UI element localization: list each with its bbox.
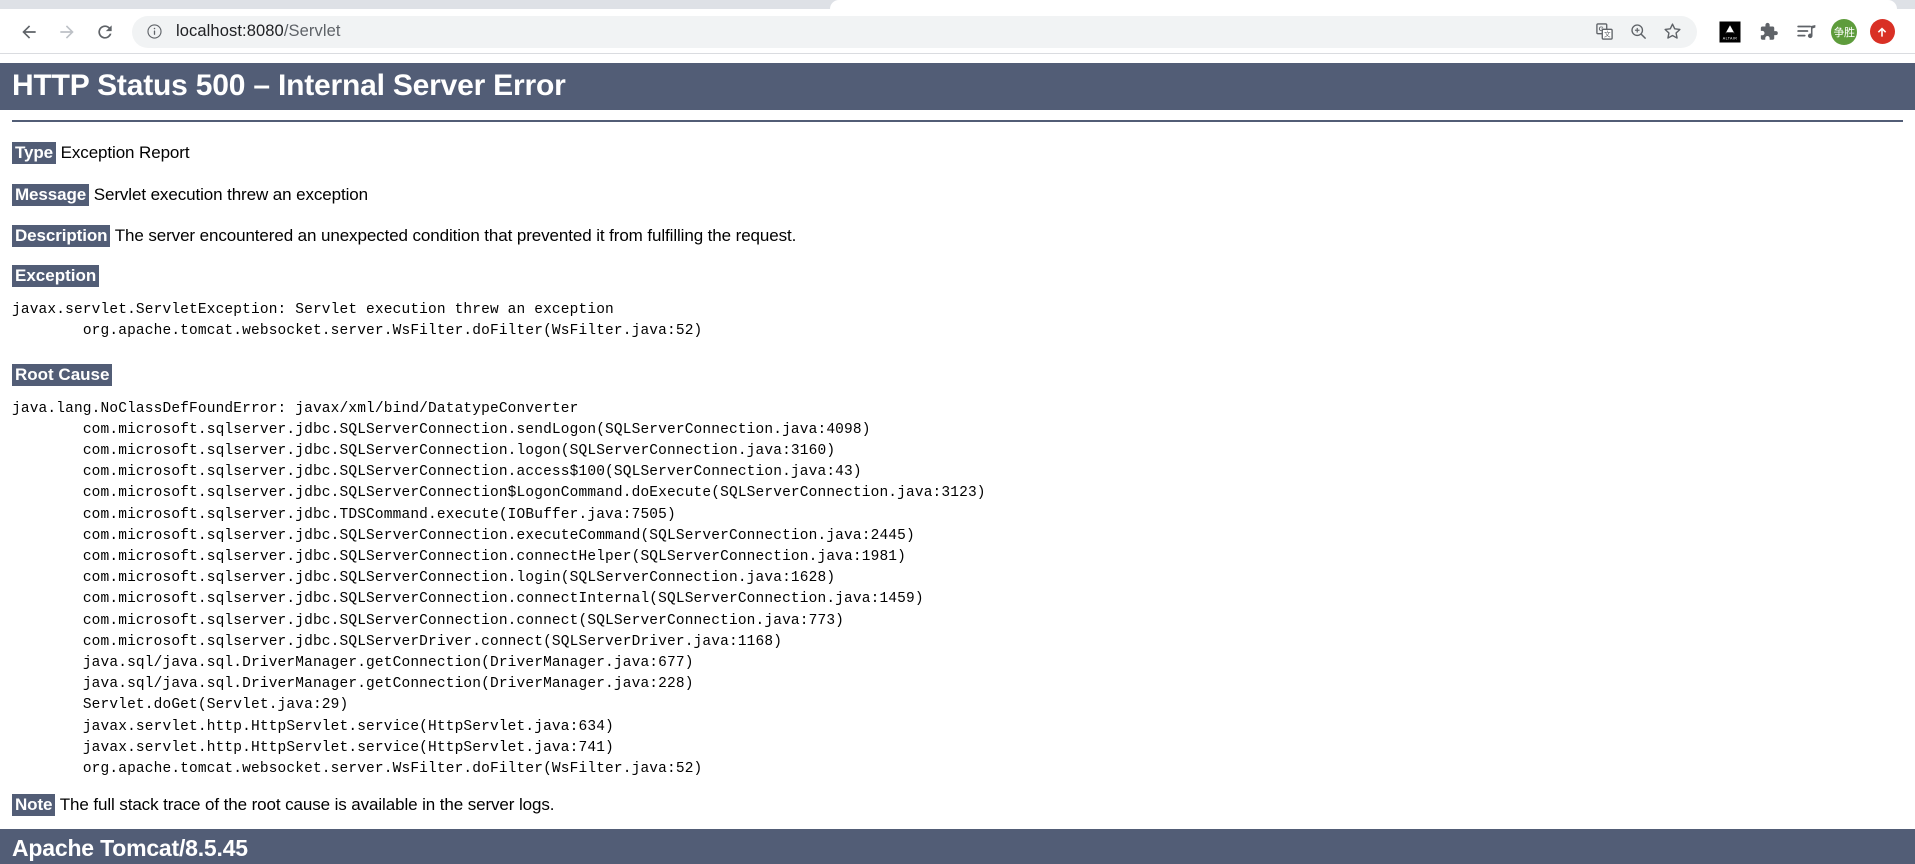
- url-path: /Servlet: [283, 22, 341, 40]
- description-row: Description The server encountered an un…: [12, 215, 1903, 256]
- url-text: localhost:8080/Servlet: [176, 22, 341, 41]
- media-playlist-icon[interactable]: [1787, 13, 1825, 51]
- note-row: Note The full stack trace of the root ca…: [12, 780, 1903, 825]
- profile-avatar[interactable]: 争胜: [1825, 13, 1863, 51]
- update-badge: [1869, 19, 1895, 44]
- playlist-music-icon: [1797, 24, 1816, 38]
- browser-chrome: localhost:8080/Servlet G 文 ALTAIR 争胜: [0, 0, 1915, 54]
- server-version-footer: Apache Tomcat/8.5.45: [0, 829, 1915, 864]
- omnibox-actions: G 文: [1587, 16, 1689, 48]
- active-tab[interactable]: [830, 0, 1897, 9]
- type-value: Exception Report: [60, 143, 190, 163]
- reload-icon: [98, 24, 112, 39]
- extension-icons: ALTAIR 争胜: [1711, 13, 1901, 51]
- description-label: Description: [12, 224, 111, 247]
- zoom-icon[interactable]: [1621, 16, 1655, 48]
- avatar-initials: 争胜: [1831, 18, 1857, 45]
- message-label: Message: [12, 183, 90, 206]
- tab-strip: [0, 0, 1915, 9]
- svg-text:文: 文: [1604, 30, 1611, 39]
- star-outline-icon: [1663, 23, 1681, 39]
- svg-text:ALTAIR: ALTAIR: [1723, 36, 1737, 40]
- exception-section-header: Exception: [12, 256, 1903, 288]
- root-cause-label: Root Cause: [12, 363, 113, 386]
- translate-icon[interactable]: G 文: [1587, 16, 1621, 48]
- arrow-up-icon: [1877, 26, 1887, 37]
- url-host: localhost:8080: [176, 22, 284, 40]
- site-info-icon[interactable]: [146, 23, 163, 40]
- exception-stack-trace: javax.servlet.ServletException: Servlet …: [12, 302, 703, 340]
- note-label: Note: [12, 794, 56, 817]
- forward-button[interactable]: [48, 13, 86, 51]
- translate-glyph-icon: G 文: [1595, 23, 1613, 40]
- puzzle-extensions-icon[interactable]: [1749, 13, 1787, 51]
- tomcat-error-page: HTTP Status 500 – Internal Server Error …: [0, 54, 1915, 864]
- update-button[interactable]: [1863, 13, 1901, 51]
- forward-arrow-icon: [60, 24, 74, 39]
- exception-label: Exception: [12, 265, 100, 288]
- page-title: HTTP Status 500 – Internal Server Error: [0, 63, 1915, 111]
- type-label: Type: [12, 142, 57, 165]
- magnifier-plus-icon: [1630, 24, 1646, 39]
- info-circle-icon: [147, 24, 162, 39]
- message-row: Message Servlet execution threw an excep…: [12, 174, 1903, 215]
- type-row: Type Exception Report: [12, 132, 1903, 173]
- address-bar[interactable]: localhost:8080/Servlet G 文: [132, 15, 1697, 48]
- divider-top: [12, 120, 1903, 123]
- bookmark-star-icon[interactable]: [1655, 16, 1689, 48]
- browser-toolbar: localhost:8080/Servlet G 文 ALTAIR 争胜: [0, 9, 1915, 54]
- root-cause-stack-trace: java.lang.NoClassDefFoundError: javax/xm…: [12, 400, 986, 777]
- altair-glyph-icon: ALTAIR: [1719, 21, 1741, 42]
- reload-button[interactable]: [86, 13, 124, 51]
- root-cause-section-header: Root Cause: [12, 343, 1903, 386]
- puzzle-piece-icon: [1760, 22, 1778, 40]
- note-value: The full stack trace of the root cause i…: [59, 795, 555, 815]
- message-value: Servlet execution threw an exception: [93, 184, 368, 204]
- description-value: The server encountered an unexpected con…: [114, 225, 797, 245]
- back-arrow-icon: [22, 24, 36, 39]
- altair-extension-icon[interactable]: ALTAIR: [1711, 13, 1749, 51]
- back-button[interactable]: [10, 13, 48, 51]
